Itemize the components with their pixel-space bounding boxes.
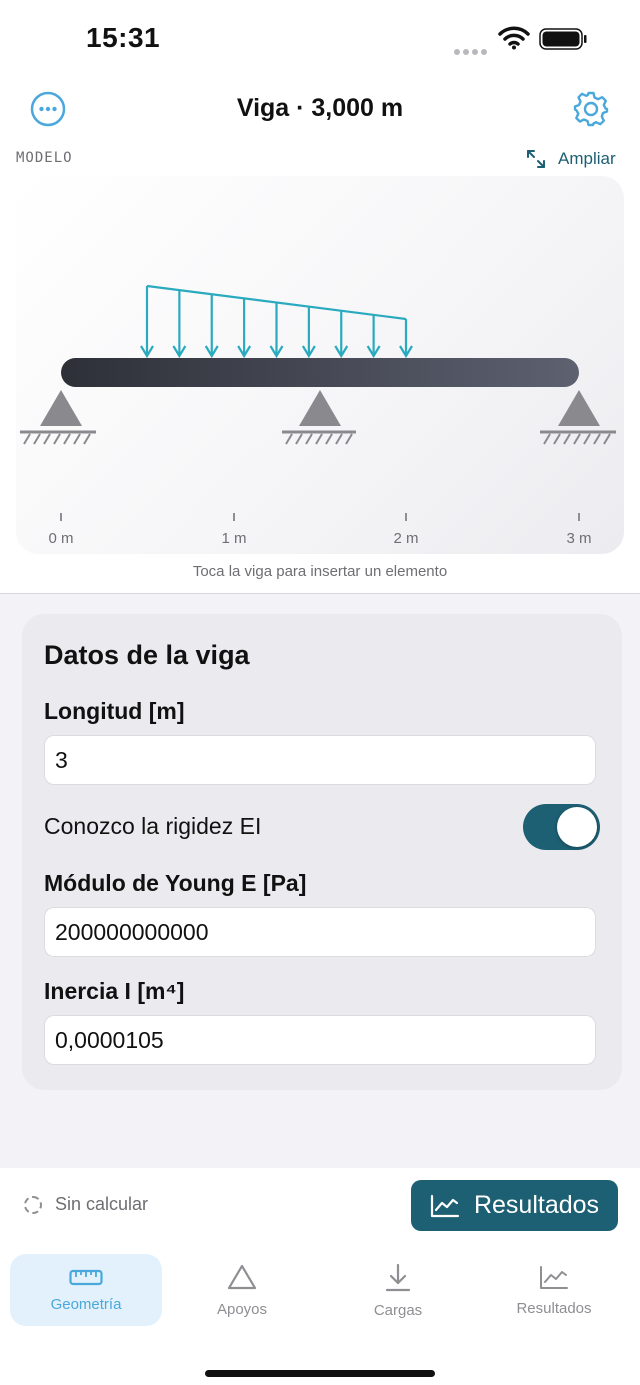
battery-icon <box>539 28 587 50</box>
toggle-knob <box>557 807 597 847</box>
tab-cargas[interactable]: Cargas <box>322 1254 474 1326</box>
ruler-icon <box>69 1269 103 1286</box>
expand-button[interactable]: Ampliar <box>526 146 616 172</box>
length-label: Longitud [m] <box>44 698 185 724</box>
expand-arrows-icon <box>527 150 545 168</box>
tab-label: Cargas <box>373 1302 423 1319</box>
support-middle[interactable] <box>282 390 356 445</box>
beam-diagram <box>20 284 616 521</box>
beam-hint-text: Toca la viga para insertar un elemento <box>192 563 448 580</box>
status-time: 15:31 <box>86 22 161 53</box>
chart-icon <box>430 1194 460 1217</box>
inertia-input[interactable]: 0,0000105 <box>44 1015 596 1065</box>
arrow-down-icon <box>385 1263 411 1292</box>
expand-label: Ampliar <box>558 149 616 168</box>
distributed-load[interactable] <box>140 284 413 359</box>
calculation-status: Sin calcular <box>24 1194 148 1215</box>
divider <box>0 593 640 594</box>
inertia-label: Inercia I [m⁴] <box>44 978 185 1004</box>
beam-data-title: Datos de la viga <box>44 640 250 670</box>
results-button-label: Resultados <box>473 1191 600 1219</box>
tab-label: Geometría <box>50 1296 122 1313</box>
tab-label: Resultados <box>516 1300 592 1317</box>
pending-ring-icon <box>24 1195 42 1214</box>
axis-tick-label: 1 m <box>221 530 247 547</box>
stiffness-toggle-label: Conozco la rigidez EI <box>44 813 262 839</box>
beam-model-canvas[interactable]: 0 m 1 m 2 m 3 m <box>16 176 624 554</box>
signal-dots-icon <box>454 42 490 55</box>
results-button[interactable]: Resultados <box>411 1180 618 1231</box>
young-modulus-label: Módulo de Young E [Pa] <box>44 870 307 896</box>
settings-gear-button[interactable] <box>572 90 610 128</box>
page-title: Viga · 3,000 m <box>236 94 404 122</box>
axis-tick-label: 3 m <box>566 530 592 547</box>
home-indicator <box>205 1370 435 1377</box>
axis-ticks <box>60 513 580 521</box>
chart-icon <box>540 1266 568 1289</box>
support-right[interactable] <box>540 390 616 445</box>
calculation-status-text: Sin calcular <box>55 1194 149 1214</box>
length-input[interactable]: 3 <box>44 735 596 785</box>
young-modulus-input[interactable]: 200000000000 <box>44 907 596 957</box>
tab-label: Apoyos <box>216 1301 268 1318</box>
stiffness-toggle[interactable] <box>523 804 600 850</box>
axis-tick-label: 0 m <box>48 530 74 547</box>
tab-apoyos[interactable]: Apoyos <box>166 1254 318 1326</box>
wifi-icon <box>498 26 530 50</box>
support-left[interactable] <box>20 390 96 445</box>
tab-geometria[interactable]: Geometría <box>10 1254 162 1326</box>
triangle-icon <box>227 1264 257 1290</box>
model-section-label: MODELO <box>16 150 73 166</box>
axis-tick-label: 2 m <box>393 530 419 547</box>
tab-resultados[interactable]: Resultados <box>478 1254 630 1326</box>
beam[interactable] <box>61 358 579 387</box>
